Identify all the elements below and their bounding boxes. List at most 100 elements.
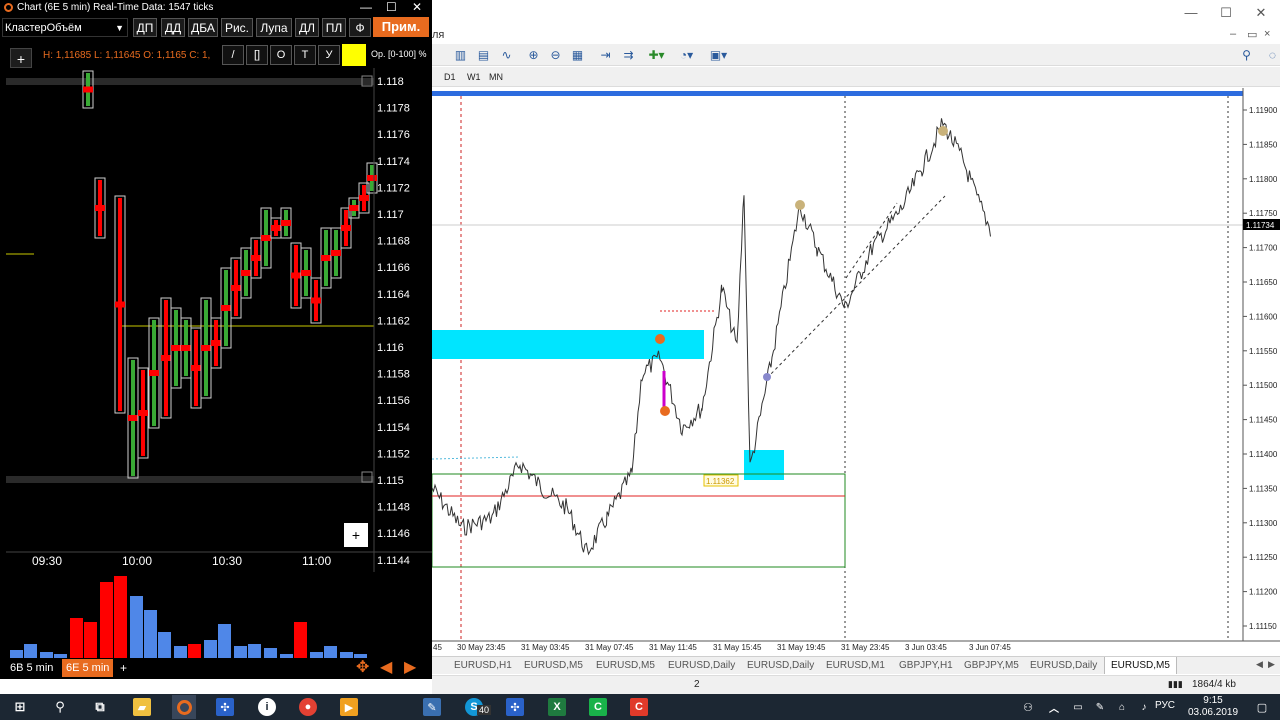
chat-icon[interactable]: ◌ — [1264, 47, 1280, 63]
mdi-restore-icon[interactable]: ▭ — [1247, 28, 1257, 41]
line-chart-icon[interactable]: ∿ — [498, 47, 515, 63]
tab-scroll-right-icon[interactable]: ▶ — [1268, 659, 1275, 670]
draw-button[interactable]: Рис. — [221, 18, 253, 37]
volume-icon[interactable]: ♪ — [1132, 695, 1156, 719]
bar-chart-icon[interactable]: ▥ — [452, 47, 469, 63]
chart-tab-5[interactable]: EURUSD,Daily — [741, 657, 820, 674]
candle-poc — [261, 235, 271, 241]
pl-button[interactable]: ПЛ — [322, 18, 346, 37]
minimize-icon[interactable]: — — [360, 0, 372, 14]
candle-poc — [191, 365, 201, 371]
line-tool-button[interactable]: / — [222, 45, 244, 65]
tf-button-w1[interactable]: W1 — [467, 72, 481, 82]
zoom-out-icon[interactable]: ⊖ — [547, 47, 564, 63]
autoscroll-icon[interactable]: ⇉ — [620, 47, 637, 63]
tab-6e-5min[interactable]: 6E 5 min — [62, 659, 114, 677]
windows-start-icon[interactable]: ⊞ — [8, 695, 32, 719]
chart-tab-9[interactable]: EURUSD,Daily — [1024, 657, 1103, 674]
tile-windows-icon[interactable]: ▦ — [569, 47, 586, 63]
arrow-left-icon[interactable]: ◀ — [380, 660, 392, 676]
volume-bar — [144, 610, 157, 658]
tab-scroll-left-icon[interactable]: ◀ — [1256, 659, 1263, 670]
cluster-price-label: 1.1174 — [377, 156, 410, 168]
dl-button[interactable]: ДЛ — [295, 18, 319, 37]
chart-tab-2[interactable]: EURUSD,M5 — [518, 657, 589, 674]
price-tick-label: 1.11200 — [1249, 588, 1278, 597]
battery-icon[interactable]: ▭ — [1066, 695, 1090, 719]
people-icon[interactable]: ⚇ — [1016, 695, 1040, 719]
editor-icon[interactable]: ✎ — [420, 695, 444, 719]
chart-tab-4[interactable]: EURUSD,Daily — [662, 657, 741, 674]
indicator-select[interactable]: КластерОбъём ▼ — [2, 18, 128, 37]
filter-button[interactable]: Ф — [349, 18, 371, 37]
menu-fragment[interactable]: ля — [432, 29, 444, 41]
indicators-icon[interactable]: ✚▾ — [648, 47, 665, 63]
magnifier-button[interactable]: Лупа — [256, 18, 292, 37]
dp-button[interactable]: ДП — [133, 18, 157, 37]
periods-icon[interactable]: ◔▾ — [678, 47, 695, 63]
cluster-price-label: 1.1162 — [377, 315, 410, 327]
arrow-right-icon[interactable]: ▶ — [404, 660, 416, 676]
tab-6b-5min[interactable]: 6B 5 min — [6, 659, 57, 677]
mt4-price-chart[interactable]: 1.11362 1.11900 1.11850 1.11800 1.11750 1.11… — [432, 88, 1280, 656]
maximize-icon[interactable]: ☐ — [1211, 4, 1241, 22]
terminal-app-icon[interactable]: ✣ — [503, 695, 527, 719]
mdi-close-icon[interactable]: × — [1264, 28, 1270, 40]
candle-poc — [211, 340, 221, 346]
add-tab-button[interactable]: + — [120, 659, 127, 677]
chart-tab-6[interactable]: EURUSD,M1 — [820, 657, 891, 674]
color-picker[interactable] — [342, 44, 366, 66]
text-tool-button[interactable]: T — [294, 45, 316, 65]
candle-poc — [221, 305, 231, 311]
chrome-icon[interactable]: ● — [296, 695, 320, 719]
dd-button[interactable]: ДД — [161, 18, 185, 37]
chart-tab-active[interactable]: EURUSD,M5 — [1104, 657, 1177, 674]
maximize-icon[interactable]: ☐ — [386, 0, 397, 14]
language-indicator[interactable]: РУС — [1155, 700, 1175, 711]
level-tag-text: 1.11362 — [706, 477, 735, 486]
info-app-icon[interactable]: i — [255, 695, 279, 719]
add-button[interactable]: + — [10, 48, 32, 68]
add-panel-button[interactable]: + — [344, 523, 368, 547]
app-icon[interactable]: ✣ — [213, 695, 237, 719]
chart-tab-7[interactable]: GBPJPY,H1 — [893, 657, 959, 674]
tray-chevron-icon[interactable]: ︿ — [1042, 695, 1066, 719]
network-icon[interactable]: ⌂ — [1110, 695, 1134, 719]
tf-button-mn[interactable]: MN — [489, 72, 503, 82]
minimize-icon[interactable]: — — [1176, 4, 1206, 22]
green-app-icon[interactable]: C — [586, 695, 610, 719]
fullscreen-icon[interactable]: ✥ — [356, 660, 369, 676]
excel-icon[interactable]: X — [545, 695, 569, 719]
chart-tab-8[interactable]: GBPJPY,M5 — [958, 657, 1025, 674]
cluster-app-icon[interactable] — [172, 695, 196, 719]
apply-button[interactable]: Прим. — [373, 17, 429, 37]
task-view-icon[interactable]: ⧉ — [88, 695, 112, 719]
close-icon[interactable]: ✕ — [412, 0, 422, 14]
level-tool-button[interactable]: У — [318, 45, 340, 65]
mdi-minimize-icon[interactable]: – — [1230, 28, 1236, 40]
search-icon[interactable]: ⚲ — [48, 695, 72, 719]
close-icon[interactable]: ✕ — [1246, 4, 1276, 22]
cluster-price-chart[interactable]: 1.118 1.1178 1.1176 1.1174 1.1172 1.117 1.1168… — [6, 68, 432, 572]
rectangle-tool-button[interactable]: [] — [246, 45, 268, 65]
time-tick-label: 30 May 23:45 — [457, 643, 506, 652]
clock[interactable]: 9:15 03.06.2019 — [1183, 695, 1243, 719]
red-app-icon[interactable]: C — [627, 695, 651, 719]
time-tick-label: 31 May 03:45 — [521, 643, 570, 652]
pen-icon[interactable]: ✎ — [1088, 695, 1112, 719]
desktop: — ☐ ✕ ля – ▭ × ▥ ▤ ∿ ⊕ ⊖ ▦ ⇥ ⇉ ✚▾ ◔▾ ▣▾ … — [0, 0, 1280, 720]
search-icon[interactable]: ⚲ — [1238, 47, 1255, 63]
notifications-icon[interactable]: ▢ — [1250, 695, 1274, 719]
dba-button[interactable]: ДБА — [188, 18, 218, 37]
file-explorer-icon[interactable]: ▰ — [130, 695, 154, 719]
candle-chart-icon[interactable]: ▤ — [475, 47, 492, 63]
zoom-in-icon[interactable]: ⊕ — [525, 47, 542, 63]
supply-zone — [432, 330, 704, 359]
templates-icon[interactable]: ▣▾ — [710, 47, 727, 63]
media-player-icon[interactable]: ▶ — [337, 695, 361, 719]
tf-button-d1[interactable]: D1 — [444, 72, 456, 82]
ellipse-tool-button[interactable]: O — [270, 45, 292, 65]
chart-shift-icon[interactable]: ⇥ — [597, 47, 614, 63]
chart-tab-1[interactable]: EURUSD,H1 — [448, 657, 518, 674]
chart-tab-3[interactable]: EURUSD,M5 — [590, 657, 661, 674]
